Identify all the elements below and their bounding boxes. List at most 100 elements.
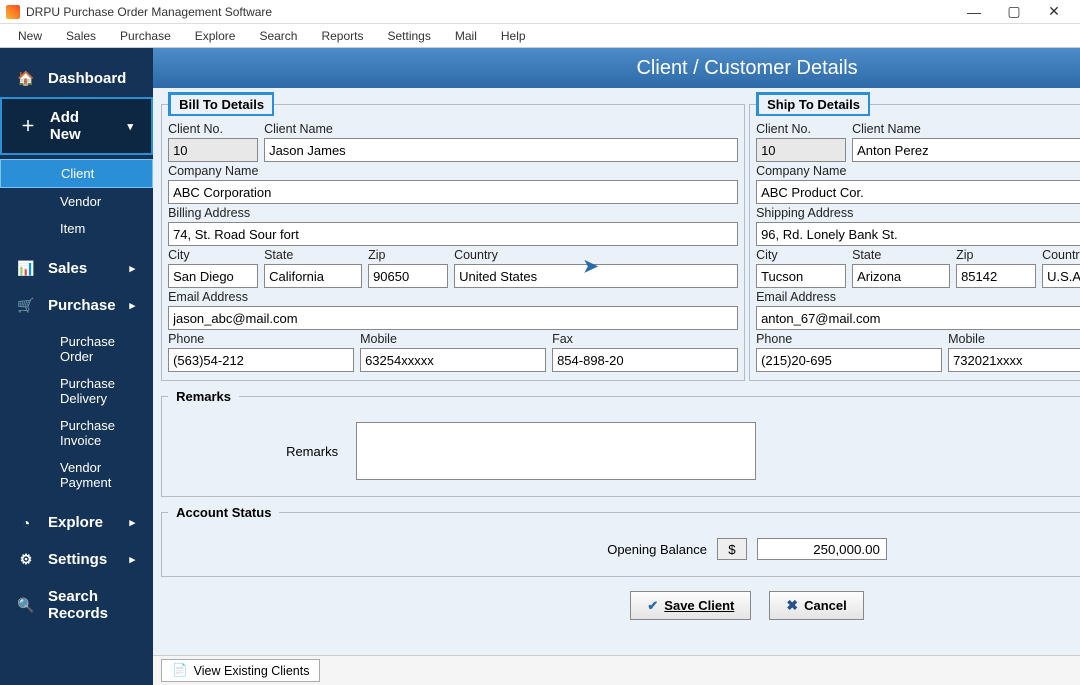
label-ship-clientno: Client No. [756,122,846,136]
input-bill-email[interactable] [168,306,738,330]
account-status-fieldset: Account Status Opening Balance [161,503,1080,577]
sidebar-purchase[interactable]: 🛒 Purchase ▸ [0,287,153,324]
gear-icon: ⚙ [18,552,34,568]
sidebar-sales-label: Sales [48,260,87,277]
sidebar-settings-label: Settings [48,551,107,568]
sidebar-subitem-delivery[interactable]: Purchase Delivery [0,370,153,412]
sidebar-explore-label: Explore [48,514,103,531]
cancel-label: Cancel [804,598,847,613]
input-bill-clientno[interactable] [168,138,258,162]
remarks-fieldset: Remarks Remarks [161,387,1080,497]
input-ship-shipping[interactable] [756,222,1080,246]
label-ship-country: Country [1042,248,1080,262]
window-title: DRPU Purchase Order Management Software [26,5,954,19]
input-ship-company[interactable] [756,180,1080,204]
sidebar-subitem-invoice[interactable]: Purchase Invoice [0,412,153,454]
input-ship-clientno[interactable] [756,138,846,162]
input-bill-state[interactable] [264,264,362,288]
label-bill-state: State [264,248,362,262]
label-bill-zip: Zip [368,248,448,262]
list-icon: 📄 [172,663,188,678]
input-ship-email[interactable] [756,306,1080,330]
input-ship-phone[interactable] [756,348,942,372]
input-bill-phone[interactable] [168,348,354,372]
cancel-button[interactable]: ✖ Cancel [769,591,863,620]
sidebar: 🏠 Dashboard ＋ Add New ▾ Client Vendor It… [0,48,153,685]
input-bill-clientname[interactable] [264,138,738,162]
label-ship-email: Email Address [756,290,1080,304]
input-ship-clientname[interactable] [852,138,1080,162]
sidebar-explore[interactable]: ◔ Explore ▸ [0,504,153,541]
sidebar-purchase-label: Purchase [48,297,116,314]
chevron-right-icon: ▸ [130,553,136,566]
label-ship-clientname: Client Name [852,122,1080,136]
menu-search[interactable]: Search [247,29,309,43]
label-opening-balance: Opening Balance [607,542,707,557]
label-ship-zip: Zip [956,248,1036,262]
account-status-legend: Account Status [168,503,279,522]
menu-sales[interactable]: Sales [54,29,108,43]
sidebar-add-new-label: Add New [50,109,114,143]
sidebar-subitem-vendor[interactable]: Vendor [0,188,153,215]
input-bill-fax[interactable] [552,348,738,372]
input-ship-city[interactable] [756,264,846,288]
label-bill-clientno: Client No. [168,122,258,136]
label-ship-company: Company Name [756,164,1080,178]
app-icon [6,5,20,19]
input-bill-mobile[interactable] [360,348,546,372]
label-bill-company: Company Name [168,164,738,178]
page-title: Client / Customer Details [153,57,1080,80]
input-bill-zip[interactable] [368,264,448,288]
minimize-button[interactable]: — [954,0,994,24]
sidebar-sales[interactable]: 📊 Sales ▸ [0,250,153,287]
sidebar-search-records[interactable]: 🔍 Search Records [0,578,153,632]
sidebar-subitem-payment[interactable]: Vendor Payment [0,454,153,496]
close-window-button[interactable]: ✕ [1034,0,1074,24]
titlebar: DRPU Purchase Order Management Software … [0,0,1080,24]
input-ship-state[interactable] [852,264,950,288]
textarea-remarks[interactable] [356,422,756,480]
label-ship-phone: Phone [756,332,942,346]
sidebar-add-new[interactable]: ＋ Add New ▾ [0,97,153,155]
label-bill-email: Email Address [168,290,738,304]
ship-to-legend: Ship To Details [756,92,870,116]
bill-to-fieldset: Bill To Details Client No. Client Name C… [161,92,745,381]
input-bill-billing[interactable] [168,222,738,246]
input-ship-mobile[interactable] [948,348,1080,372]
menu-mail[interactable]: Mail [443,29,489,43]
save-client-button[interactable]: ✔ Save Client [630,591,751,620]
input-ship-zip[interactable] [956,264,1036,288]
label-bill-mobile: Mobile [360,332,546,346]
maximize-button[interactable]: ▢ [994,0,1034,24]
page-header: Client / Customer Details Close [153,48,1080,88]
menu-reports[interactable]: Reports [309,29,375,43]
chevron-right-icon: ▸ [130,262,136,275]
label-bill-billing: Billing Address [168,206,738,220]
label-ship-shipping: Shipping Address [756,206,1080,220]
chevron-right-icon: ▸ [130,299,136,312]
input-bill-city[interactable] [168,264,258,288]
menu-help[interactable]: Help [489,29,538,43]
chevron-right-icon: ▸ [130,516,136,529]
sidebar-subitem-po[interactable]: Purchase Order [0,328,153,370]
sidebar-dashboard-label: Dashboard [48,70,126,87]
menu-purchase[interactable]: Purchase [108,29,183,43]
sidebar-subitem-client[interactable]: Client [0,159,153,188]
label-bill-clientname: Client Name [264,122,738,136]
sidebar-dashboard[interactable]: 🏠 Dashboard [0,60,153,97]
input-ship-country[interactable] [1042,264,1080,288]
menu-settings[interactable]: Settings [376,29,443,43]
input-opening-balance[interactable] [757,538,887,560]
home-icon: 🏠 [18,71,34,87]
remarks-legend: Remarks [168,387,239,406]
plus-icon: ＋ [20,118,36,134]
input-currency [717,538,747,560]
content: Client / Customer Details Close Bill To … [153,48,1080,685]
label-ship-city: City [756,248,846,262]
sidebar-settings[interactable]: ⚙ Settings ▸ [0,541,153,578]
menu-new[interactable]: New [6,29,54,43]
sidebar-subitem-item[interactable]: Item [0,215,153,242]
view-existing-clients-button[interactable]: 📄 View Existing Clients [161,659,320,682]
menu-explore[interactable]: Explore [183,29,248,43]
input-bill-company[interactable] [168,180,738,204]
